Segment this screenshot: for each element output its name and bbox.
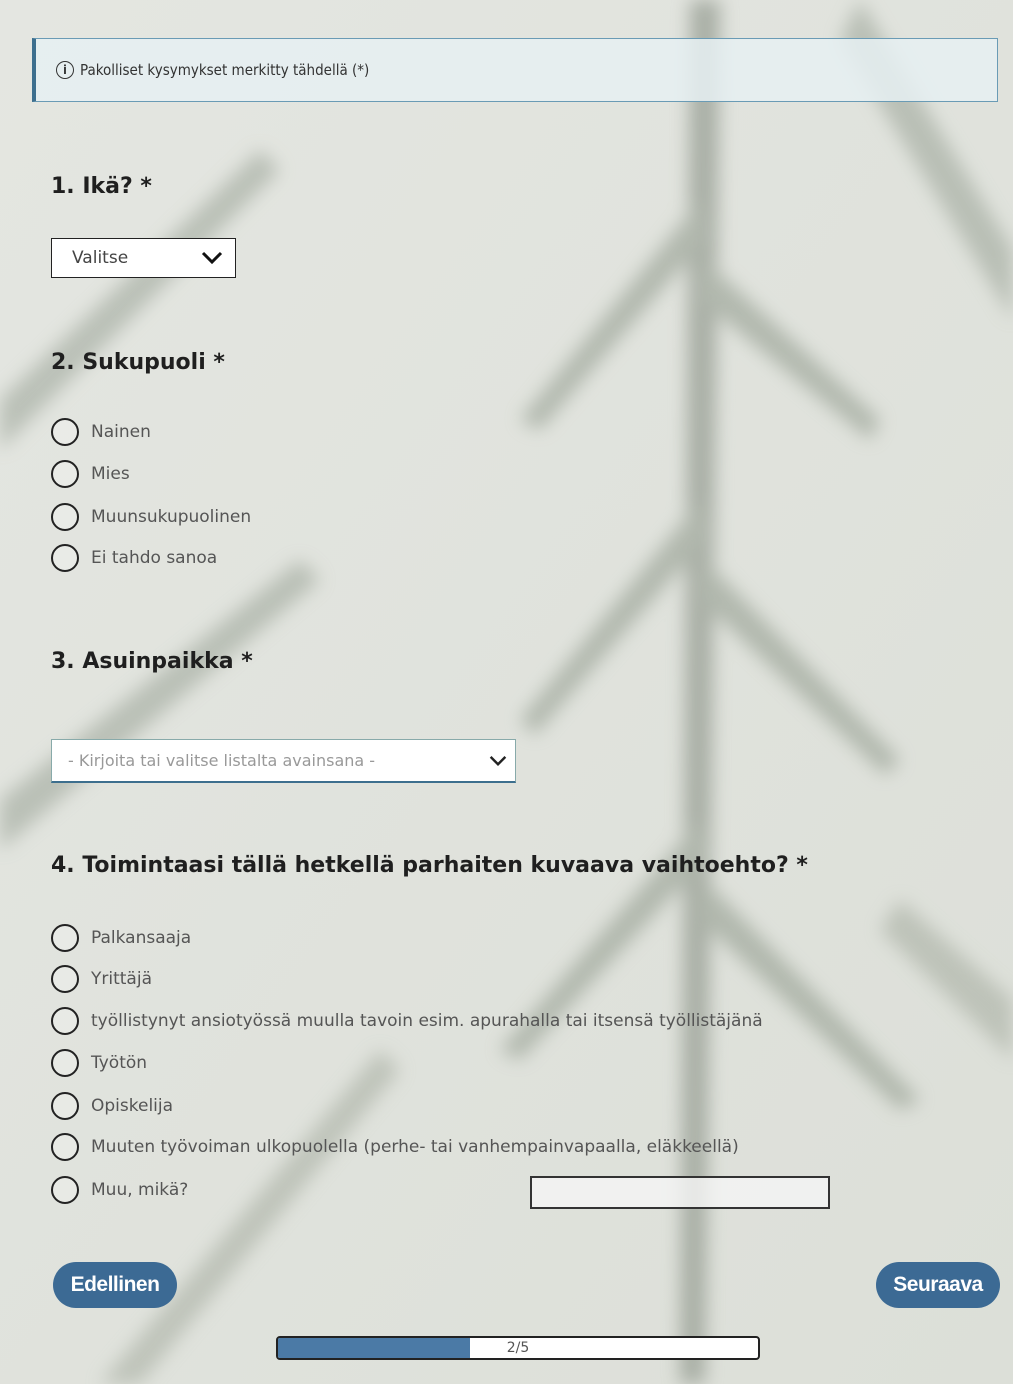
option-label: Muuten työvoiman ulkopuolella (perhe- ta…: [91, 1137, 739, 1157]
info-icon: i: [56, 61, 74, 79]
occupation-option[interactable]: Muuten työvoiman ulkopuolella (perhe- ta…: [51, 1133, 739, 1161]
age-select[interactable]: Valitse: [51, 238, 236, 278]
occupation-option[interactable]: Opiskelija: [51, 1092, 173, 1120]
radio-button[interactable]: [51, 1176, 79, 1204]
survey-page: i Pakolliset kysymykset merkitty tähdell…: [6, 4, 1013, 1384]
age-select-value: Valitse: [72, 248, 129, 268]
notice-text: Pakolliset kysymykset merkitty tähdellä …: [80, 61, 370, 79]
option-label: Työtön: [91, 1053, 148, 1073]
option-label: Ei tahdo sanoa: [91, 548, 218, 568]
gender-option[interactable]: Muunsukupuolinen: [51, 503, 251, 531]
option-label: Nainen: [91, 422, 151, 442]
option-label: Mies: [91, 464, 130, 484]
chevron-down-icon[interactable]: [489, 755, 507, 767]
radio-button[interactable]: [51, 1007, 79, 1035]
occupation-option[interactable]: Työtön: [51, 1049, 147, 1077]
option-label: Opiskelija: [91, 1096, 174, 1116]
progress-label: 2/5: [506, 1340, 530, 1356]
radio-button[interactable]: [51, 1133, 79, 1161]
radio-button[interactable]: [51, 924, 79, 952]
question-4-title: 4. Toimintaasi tällä hetkellä parhaiten …: [51, 853, 808, 878]
option-label: Muunsukupuolinen: [91, 507, 252, 527]
option-label: työllistynyt ansiotyössä muulla tavoin e…: [91, 1011, 763, 1031]
progress-bar: 2/5: [276, 1336, 760, 1360]
radio-button[interactable]: [51, 1092, 79, 1120]
chevron-down-icon: [201, 251, 223, 265]
required-notice: i Pakolliset kysymykset merkitty tähdell…: [32, 38, 998, 102]
occupation-option[interactable]: työllistynyt ansiotyössä muulla tavoin e…: [51, 1007, 763, 1035]
other-text-input[interactable]: [530, 1176, 830, 1209]
gender-option[interactable]: Nainen: [51, 418, 151, 446]
occupation-option[interactable]: Yrittäjä: [51, 965, 152, 993]
previous-button[interactable]: Edellinen: [53, 1262, 177, 1308]
question-2-title: 2. Sukupuoli *: [51, 350, 225, 375]
option-label: Muu, mikä?: [91, 1180, 189, 1200]
question-3-title: 3. Asuinpaikka *: [51, 649, 253, 674]
next-button[interactable]: Seuraava: [876, 1262, 1000, 1308]
radio-button[interactable]: [51, 965, 79, 993]
gender-option[interactable]: Ei tahdo sanoa: [51, 544, 217, 572]
option-label: Yrittäjä: [91, 969, 152, 989]
residence-placeholder: - Kirjoita tai valitse listalta avainsan…: [68, 751, 376, 770]
radio-button[interactable]: [51, 460, 79, 488]
radio-button[interactable]: [51, 1049, 79, 1077]
residence-combobox[interactable]: - Kirjoita tai valitse listalta avainsan…: [51, 739, 516, 783]
radio-button[interactable]: [51, 503, 79, 531]
question-1-title: 1. Ikä? *: [51, 174, 152, 199]
gender-option[interactable]: Mies: [51, 460, 130, 488]
occupation-option[interactable]: Palkansaaja: [51, 924, 191, 952]
radio-button[interactable]: [51, 418, 79, 446]
radio-button[interactable]: [51, 544, 79, 572]
option-label: Palkansaaja: [91, 928, 192, 948]
occupation-option-other[interactable]: Muu, mikä?: [51, 1176, 188, 1204]
